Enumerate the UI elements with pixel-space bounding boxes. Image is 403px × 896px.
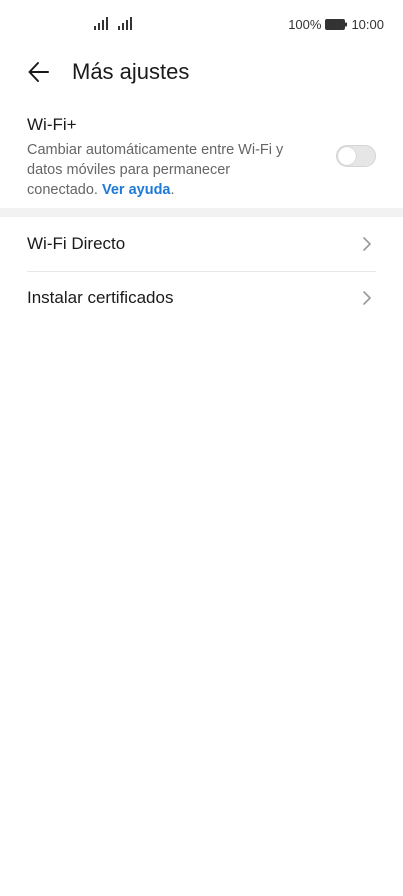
help-link[interactable]: Ver ayuda: [102, 182, 171, 198]
clock: 10:00: [351, 16, 384, 32]
wifi-plus-description: Cambiar automáticamente entre Wi-Fi y da…: [27, 140, 302, 200]
list-item-install-certificates[interactable]: Instalar certificados: [0, 271, 403, 325]
list-item-wifi-direct[interactable]: Wi-Fi Directo: [0, 217, 403, 271]
battery-percent: 100%: [288, 16, 322, 32]
wifi-plus-setting: Wi-Fi+ Cambiar automáticamente entre Wi-…: [0, 108, 403, 208]
list-item-label: Instalar certificados: [27, 288, 174, 307]
status-bar: 100% 10:00: [0, 0, 403, 48]
chevron-right-icon: [363, 291, 371, 305]
app-bar: Más ajustes: [0, 48, 403, 96]
arrow-left-icon[interactable]: [26, 59, 52, 85]
signal-icon: [118, 17, 132, 30]
list-item-label: Wi-Fi Directo: [27, 234, 126, 253]
signal-icon: [94, 17, 108, 30]
page-title: Más ajustes: [72, 59, 190, 84]
toggle-knob: [338, 147, 356, 165]
status-right: 100% 10:00: [288, 16, 384, 32]
chevron-right-icon: [363, 237, 371, 251]
description-period: .: [170, 182, 175, 198]
section-divider: [0, 208, 403, 217]
wifi-plus-toggle[interactable]: [336, 145, 376, 167]
battery-icon: [325, 18, 348, 30]
wifi-plus-title: Wi-Fi+: [27, 115, 77, 134]
